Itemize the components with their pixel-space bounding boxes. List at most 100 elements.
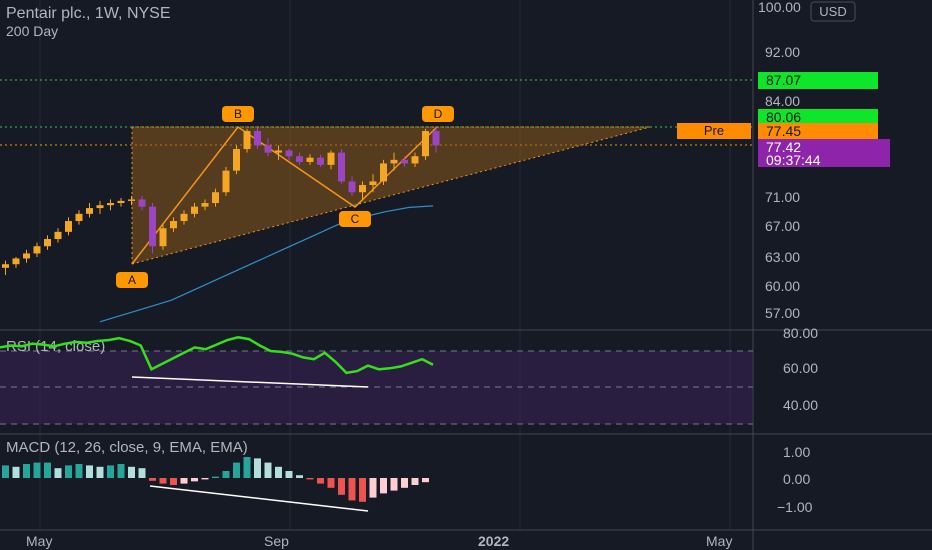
candle-body (23, 253, 30, 259)
rsi-tick-40: 40.00 (783, 397, 818, 413)
macd-bar (233, 462, 240, 478)
candle-body (33, 246, 41, 254)
candle-body (327, 152, 335, 165)
price-tick-60: 60.00 (765, 278, 800, 294)
rsi-tick-60: 60.00 (783, 360, 818, 376)
candle-body (243, 131, 251, 150)
price-tag-87: 87.07 (758, 72, 878, 89)
candle-body (222, 170, 230, 193)
macd-bar (401, 478, 408, 488)
macd-bar (422, 478, 429, 483)
candle-body (12, 258, 20, 265)
macd-bar (86, 465, 93, 478)
candle-body (348, 181, 356, 193)
macd-bar (107, 465, 114, 478)
premarket-label: Pre (704, 123, 724, 138)
macd-bar (75, 464, 83, 478)
price-tick-100: 100.00 (758, 0, 801, 15)
candle-body (107, 203, 114, 206)
macd-bar (117, 464, 125, 478)
candle-body (65, 221, 72, 232)
candle-body (432, 131, 440, 146)
macd-bar (23, 464, 30, 478)
candle-body (285, 150, 293, 157)
macd-title: MACD (12, 26, close, 9, EMA, EMA) (6, 439, 248, 456)
last-price-tag: 77.42 09:37:44 (758, 139, 890, 168)
time-label-may-2: May (706, 533, 732, 549)
macd-bar (12, 466, 20, 478)
rsi-tick-80: 80.00 (783, 325, 818, 341)
macd-bar (191, 478, 198, 482)
point-b-text: B (234, 107, 242, 121)
price-tag-87-text: 87.07 (766, 72, 801, 88)
candle-body (317, 157, 324, 165)
candle-body (128, 199, 135, 201)
macd-tick-1: 1.00 (783, 444, 810, 460)
macd-bar (317, 478, 324, 484)
candle-body (401, 159, 408, 164)
candle-body (369, 181, 377, 186)
candle-body (180, 213, 188, 222)
candle-body (54, 231, 62, 240)
macd-bar (201, 478, 209, 480)
time-label-2022: 2022 (478, 533, 509, 549)
candle-body (380, 163, 387, 182)
candle-body (2, 264, 9, 268)
macd-bar (170, 478, 177, 485)
macd-bar (2, 465, 9, 478)
time-label-sep: Sep (264, 533, 289, 549)
premarket-value: 77.45 (766, 123, 801, 139)
macd-bar (369, 478, 377, 498)
macd-bar (306, 478, 314, 480)
macd-bar (390, 478, 398, 491)
candle-body (254, 131, 261, 146)
macd-bar (359, 478, 366, 502)
price-tick-84: 84.00 (765, 93, 800, 109)
time-label-may: May (26, 533, 52, 549)
macd-bar (243, 457, 251, 478)
chart-canvas[interactable]: A B C D Pentair plc., 1W, NYSE 200 Day 1… (0, 0, 932, 550)
macd-bar (285, 471, 293, 478)
candle-body (170, 221, 177, 229)
price-tick-63: 63.00 (765, 249, 800, 265)
point-d-label: D (422, 106, 454, 122)
candle-body (338, 152, 345, 182)
candle-body (422, 131, 429, 157)
symbol-title: Pentair plc., 1W, NYSE (6, 5, 171, 22)
price-tick-92: 92.00 (765, 44, 800, 60)
candle-body (191, 206, 198, 214)
macd-bar (296, 475, 303, 478)
macd-bar (65, 465, 72, 478)
candle-body (390, 159, 398, 164)
macd-bar (411, 478, 419, 485)
point-a-label: A (116, 272, 148, 288)
macd-bar (44, 462, 51, 478)
macd-bar (138, 468, 146, 478)
macd-bar (180, 478, 188, 484)
candle-body (212, 192, 219, 204)
countdown-value: 09:37:44 (766, 152, 821, 168)
macd-bar (380, 478, 387, 494)
macd-bar (33, 462, 41, 478)
indicator-title: 200 Day (6, 23, 58, 39)
candle-body (159, 228, 167, 247)
candle-body (296, 156, 303, 162)
macd-bar (254, 458, 261, 478)
price-tick-57: 57.00 (765, 305, 800, 321)
macd-bar (149, 478, 156, 481)
premarket-tag: Pre 77.45 (677, 123, 878, 139)
price-tick-71: 71.00 (765, 189, 800, 205)
macd-bar (222, 471, 230, 478)
macd-bar (212, 476, 219, 478)
point-a-text: A (128, 273, 136, 287)
candle-body (75, 213, 83, 222)
macd-bar (264, 462, 272, 478)
candle-body (149, 206, 156, 247)
point-b-label: B (222, 106, 254, 122)
price-tick-67: 67.00 (765, 218, 800, 234)
currency-button[interactable]: USD (810, 1, 856, 22)
macd-bar (54, 468, 62, 478)
candle-body (359, 185, 366, 193)
macd-bar (128, 466, 135, 478)
candle-body (306, 157, 314, 162)
